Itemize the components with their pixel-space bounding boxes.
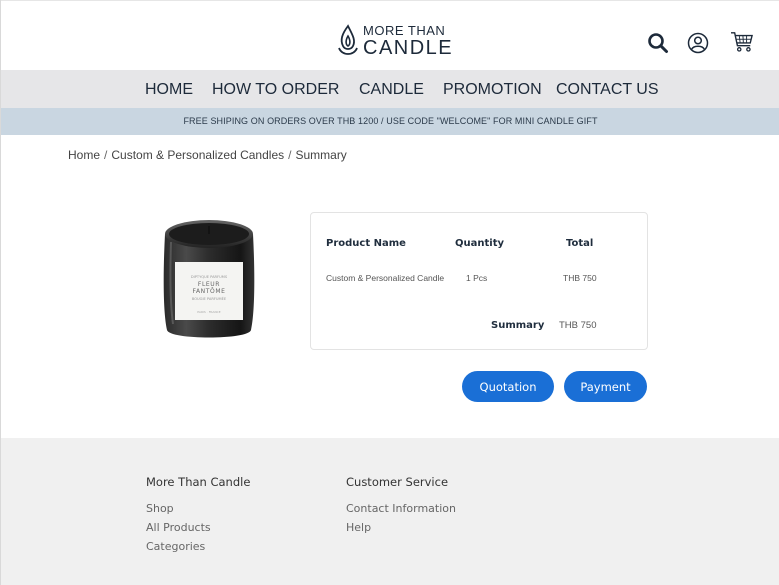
breadcrumb-current: Summary [295,148,347,162]
breadcrumb-separator: / [288,148,292,162]
nav-item-home[interactable]: HOME [145,81,193,99]
row-product-name: Custom & Personalized Candle [326,273,445,283]
nav-item-promotion[interactable]: PROMOTION [443,81,542,99]
label-line-fleur: FLEUR [198,281,220,288]
page: MORE THAN CANDLE HOME HOW TO ORDER CANDL… [0,0,779,585]
footer-heading-customer-service: Customer Service [346,475,449,489]
payment-button[interactable]: Payment [564,371,647,402]
footer-link-shop[interactable]: Shop [146,502,174,515]
label-origin: PARIS · FRANCE [197,310,220,314]
footer-link-all-products[interactable]: All Products [146,521,211,534]
breadcrumb-separator: / [104,148,108,162]
main-nav: HOME HOW TO ORDER CANDLE PROMOTION CONTA… [1,70,779,108]
logo-text-top: MORE THAN [363,23,446,38]
promo-banner: FREE SHIPING ON ORDERS OVER THB 1200 / U… [1,108,779,135]
nav-item-candle[interactable]: CANDLE [359,81,424,99]
cart-icon[interactable] [729,31,755,53]
row-total: THB 750 [563,273,597,283]
quotation-button[interactable]: Quotation [462,371,554,402]
user-icon[interactable] [687,32,709,54]
column-header-total: Total [566,238,594,249]
column-header-product-name: Product Name [326,238,406,249]
product-image: DIPTYQUE PARFUMS FLEUR FANTÔME BOUGIE PA… [163,220,255,338]
label-subtitle: BOUGIE PARFUMÉE [192,296,227,301]
logo[interactable]: MORE THAN CANDLE [337,23,453,59]
candle-flame-logo-icon [338,24,358,55]
breadcrumb: Home / Custom & Personalized Candles / Summa… [68,148,347,162]
summary-label: Summary [491,320,545,331]
column-header-quantity: Quantity [455,238,504,249]
site-header: MORE THAN CANDLE [1,0,779,70]
order-summary-card: Product Name Quantity Total Custom & Per… [310,212,648,350]
footer-link-contact-information[interactable]: Contact Information [346,502,456,515]
nav-item-contact-us[interactable]: CONTACT US [556,81,659,99]
label-line-fantome: FANTÔME [192,288,225,295]
footer-link-help[interactable]: Help [346,521,371,534]
search-icon[interactable] [647,32,669,54]
promo-text: FREE SHIPING ON ORDERS OVER THB 1200 / U… [183,116,598,126]
footer-heading-more-than-candle: More Than Candle [146,475,251,489]
row-quantity: 1 Pcs [466,273,488,283]
label-brand: DIPTYQUE PARFUMS [191,275,228,279]
site-footer: More Than Candle Shop All Products Categ… [1,438,779,585]
breadcrumb-custom-candles[interactable]: Custom & Personalized Candles [111,148,284,162]
summary-value: THB 750 [559,320,597,331]
nav-item-how-to-order[interactable]: HOW TO ORDER [212,81,339,99]
logo-text-bottom: CANDLE [363,37,454,59]
footer-link-categories[interactable]: Categories [146,540,205,553]
breadcrumb-home[interactable]: Home [68,148,100,162]
